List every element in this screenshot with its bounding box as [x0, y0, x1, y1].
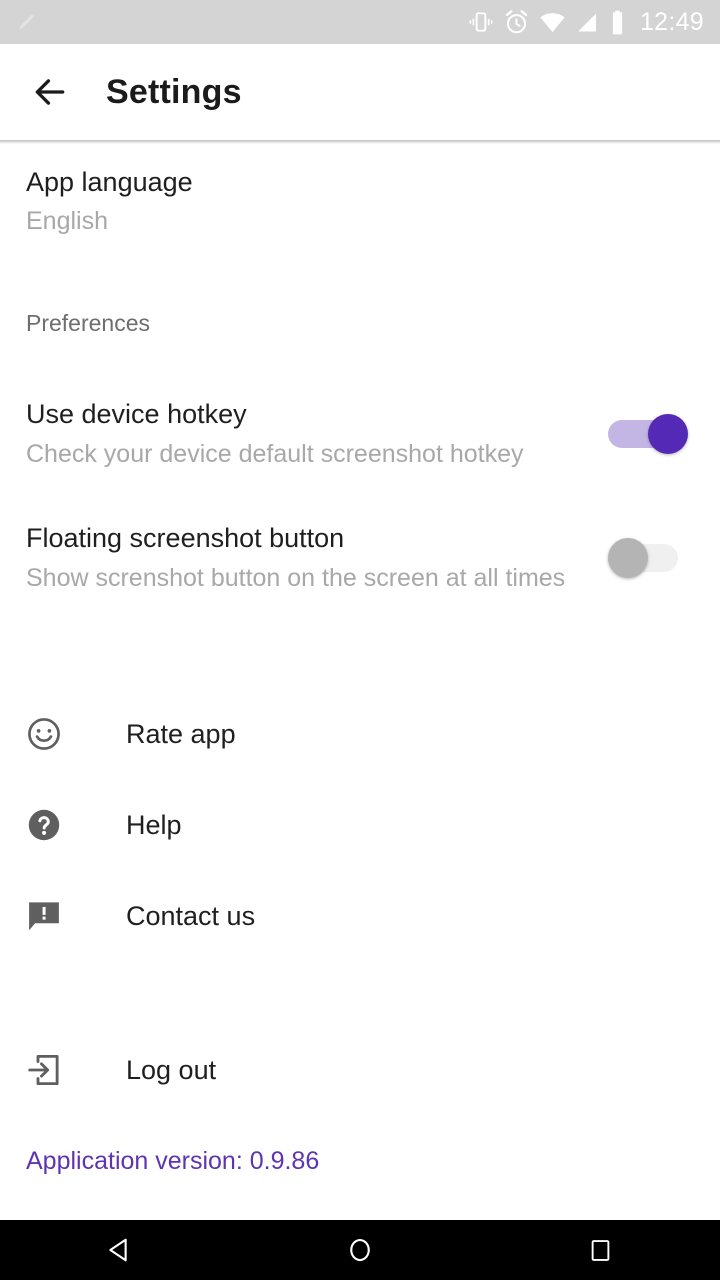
help-label: Help: [126, 809, 182, 840]
exit-to-app-icon: [24, 1050, 64, 1090]
edit-pen-icon: [19, 14, 34, 31]
log-out-label: Log out: [126, 1054, 217, 1085]
floating-screenshot-button-subtitle: Show screnshot button on the screen at a…: [26, 563, 566, 592]
feedback-message-icon: [24, 896, 64, 936]
help-question-icon: [24, 805, 64, 845]
settings-content: App language English Preferences Use dev…: [0, 144, 720, 1220]
floating-screenshot-button-texts: Floating screenshot button Show scrensho…: [26, 522, 608, 594]
status-bar-clock: 12:49: [639, 7, 704, 36]
app-language-row[interactable]: App language English: [0, 166, 720, 238]
status-bar: 12:49: [0, 0, 720, 44]
back-button[interactable]: [22, 64, 78, 120]
page-title: Settings: [106, 72, 242, 111]
toggle-thumb: [648, 414, 688, 454]
contact-us-label: Contact us: [126, 900, 256, 931]
nav-home-button[interactable]: [300, 1220, 420, 1280]
help-row[interactable]: Help: [0, 789, 720, 861]
rate-app-label: Rate app: [126, 718, 236, 749]
status-bar-right-icons: 12:49: [468, 8, 704, 37]
back-triangle-icon: [109, 1238, 127, 1262]
arrow-left-icon: [35, 79, 65, 105]
floating-screenshot-button-title: Floating screenshot button: [26, 523, 345, 554]
nav-recents-button[interactable]: [540, 1220, 660, 1280]
status-bar-left-icons: [14, 9, 468, 35]
alarm-icon: [505, 9, 528, 33]
application-version-text: Application version: 0.9.86: [26, 1147, 320, 1175]
use-device-hotkey-toggle[interactable]: [608, 412, 694, 456]
use-device-hotkey-title: Use device hotkey: [26, 399, 247, 430]
settings-screen: 12:49 Settings App language English Pref…: [0, 0, 720, 1280]
rate-app-row[interactable]: Rate app: [0, 698, 720, 770]
floating-screenshot-button-toggle[interactable]: [608, 536, 694, 580]
toolbar: Settings: [0, 44, 720, 140]
vibrate-icon: [469, 12, 493, 32]
home-circle-icon: [350, 1238, 370, 1262]
android-navigation-bar: [0, 1220, 720, 1280]
use-device-hotkey-texts: Use device hotkey Check your device defa…: [26, 398, 608, 470]
toggle-thumb: [608, 538, 648, 578]
wifi-icon: [540, 12, 565, 32]
contact-us-row[interactable]: Contact us: [0, 880, 720, 952]
recents-square-icon: [591, 1239, 609, 1261]
smiley-face-icon: [24, 714, 64, 754]
floating-screenshot-button-row[interactable]: Floating screenshot button Show scrensho…: [0, 510, 720, 606]
nav-back-button[interactable]: [60, 1220, 180, 1280]
use-device-hotkey-subtitle: Check your device default screenshot hot…: [26, 439, 524, 468]
use-device-hotkey-row[interactable]: Use device hotkey Check your device defa…: [0, 386, 720, 482]
app-language-title: App language: [26, 167, 193, 197]
app-language-value: English: [26, 207, 108, 236]
cell-signal-icon: [578, 13, 596, 31]
log-out-row[interactable]: Log out: [0, 1034, 720, 1106]
battery-icon: [612, 10, 623, 34]
preferences-section-header: Preferences: [26, 310, 151, 336]
